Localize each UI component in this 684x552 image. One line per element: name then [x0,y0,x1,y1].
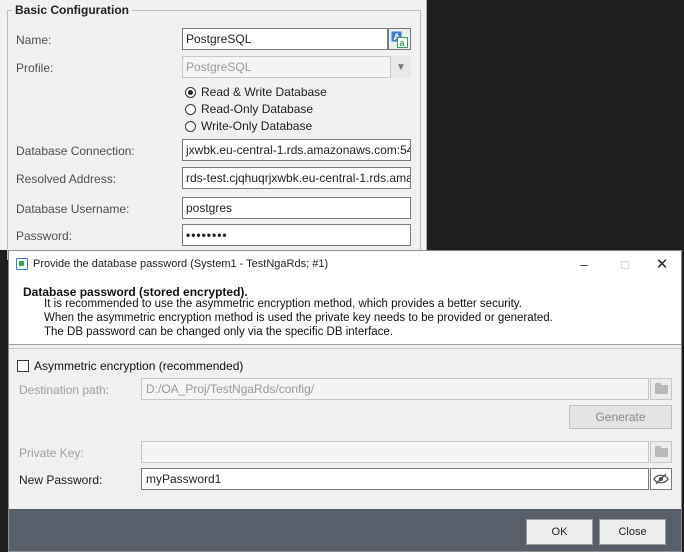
radio-dot [185,103,196,115]
checkbox-label: Asymmetric encryption (recommended) [34,359,244,373]
password-input[interactable]: •••••••• [182,224,411,246]
db-username-input[interactable]: postgres [182,197,411,219]
browse-private-key-button[interactable] [650,441,672,463]
minimize-button[interactable]: – [564,251,604,277]
radio-dot [185,120,196,132]
password-dialog: Provide the database password (System1 -… [8,250,682,552]
browse-destination-button[interactable] [650,378,672,400]
generate-button[interactable]: Generate [569,405,672,429]
password-label: Password: [16,229,73,243]
folder-icon [654,445,668,457]
divider [9,348,681,349]
dialog-header: Database password (stored encrypted). It… [9,277,681,345]
dialog-titlebar[interactable]: Provide the database password (System1 -… [9,251,681,277]
group-title: Basic Configuration [12,3,133,17]
destination-path-label: Destination path: [19,383,110,397]
profile-select[interactable]: PostgreSQL [182,56,411,78]
asymmetric-encryption-checkbox[interactable]: Asymmetric encryption (recommended) [17,359,243,373]
toggle-password-visibility-button[interactable] [650,468,672,490]
app-icon [16,258,28,270]
ok-button[interactable]: OK [526,519,593,545]
radio-write-only[interactable]: Write-Only Database [185,119,312,133]
private-key-input[interactable] [141,441,649,463]
db-username-label: Database Username: [16,202,130,216]
header-line: It is recommended to use the asymmetric … [44,298,522,310]
name-input[interactable]: PostgreSQL [182,28,388,50]
chevron-down-icon[interactable]: ▼ [390,56,411,78]
db-connection-label: Database Connection: [16,144,135,158]
radio-label: Read-Only Database [201,102,314,116]
db-connection-input[interactable]: jxwbk.eu-central-1.rds.amazonaws.com:543… [182,139,411,161]
name-label: Name: [16,33,52,47]
dialog-title: Provide the database password (System1 -… [33,258,329,270]
destination-path-input[interactable]: D:/OA_Proj/TestNgaRds/config/ [141,378,649,400]
translate-icon: A a [391,31,408,48]
radio-label: Write-Only Database [201,119,313,133]
background-area [428,0,684,250]
dialog-footer: OK Close [9,509,681,551]
profile-label: Profile: [16,61,54,75]
radio-read-write[interactable]: Read & Write Database [185,85,327,99]
radio-label: Read & Write Database [201,85,327,99]
checkbox-box [17,360,29,372]
header-line: When the asymmetric encryption method is… [44,312,553,324]
header-line: The DB password can be changed only via … [44,326,394,338]
new-password-input[interactable]: myPassword1 [141,468,649,490]
radio-read-only[interactable]: Read-Only Database [185,102,313,116]
header-title: Database password (stored encrypted). [23,285,248,299]
translate-button[interactable]: A a [388,28,411,50]
resolved-address-input[interactable]: rds-test.cjqhuqrjxwbk.eu-central-1.rds.a… [182,167,411,189]
folder-icon [654,382,668,394]
close-button[interactable]: Close [599,519,666,545]
new-password-label: New Password: [19,473,103,487]
maximize-button[interactable]: □ [605,251,645,277]
basic-configuration-panel: Basic Configuration Name: PostgreSQL A a… [0,0,427,260]
radio-dot [185,86,196,98]
private-key-label: Private Key: [19,446,84,460]
eye-hidden-icon [653,473,669,485]
close-icon[interactable]: ✕ [642,251,682,277]
resolved-address-label: Resolved Address: [16,172,117,186]
